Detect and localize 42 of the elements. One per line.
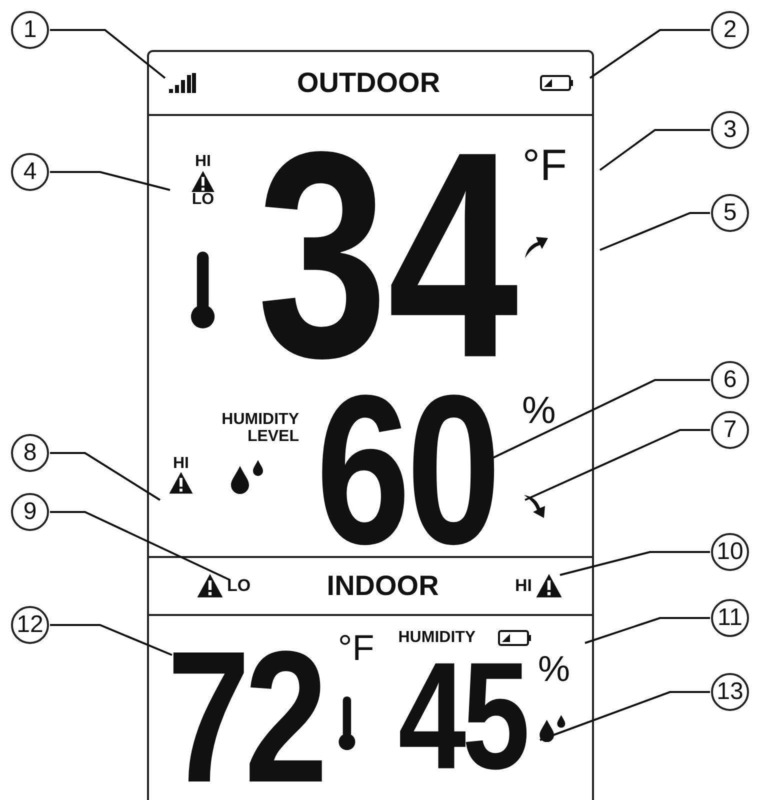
droplets-icon xyxy=(538,714,567,742)
humidity-label: HUMIDITY xyxy=(398,630,476,647)
indoor-humidity: 45 xyxy=(398,656,528,776)
thermometer-icon xyxy=(338,696,356,752)
outdoor-temperature: 34 xyxy=(257,140,520,370)
callout-number: 12 xyxy=(11,606,49,644)
callout-number: 2 xyxy=(711,11,749,49)
callout-number: 11 xyxy=(711,599,749,637)
alert-label: HI xyxy=(195,154,211,171)
alert-label: LO xyxy=(227,577,251,595)
callout-number: 3 xyxy=(711,111,749,149)
humidity-unit: % xyxy=(538,650,570,687)
callout-number: 13 xyxy=(711,673,749,711)
warning-icon xyxy=(197,574,223,598)
humidity-unit: % xyxy=(522,392,556,430)
callout-number: 7 xyxy=(711,411,749,449)
callout-number: 10 xyxy=(711,533,749,571)
indoor-temperature: 72 xyxy=(167,644,323,790)
callout-number: 4 xyxy=(11,153,49,191)
alert-label: LO xyxy=(192,192,214,210)
outdoor-humidity: 60 xyxy=(316,388,498,554)
callout-number: 1 xyxy=(11,11,49,49)
battery-icon xyxy=(498,630,532,646)
warning-icon xyxy=(191,170,215,192)
droplets-icon xyxy=(229,460,265,494)
warning-icon xyxy=(536,574,562,598)
callout-number: 9 xyxy=(11,493,49,531)
callout-number: 8 xyxy=(11,434,49,472)
signal-icon xyxy=(169,73,197,93)
callout-number: 5 xyxy=(711,194,749,232)
indoor-title: INDOOR xyxy=(326,570,439,602)
warning-icon xyxy=(169,472,193,494)
callout-number: 6 xyxy=(711,361,749,399)
humidity-label: LEVEL xyxy=(247,428,299,446)
battery-icon xyxy=(540,75,574,91)
alert-label: HI xyxy=(514,577,532,595)
humidity-label: HUMIDITY xyxy=(222,412,299,429)
alert-label: HI xyxy=(173,456,189,472)
thermometer-icon xyxy=(190,251,216,332)
temperature-unit: °F xyxy=(522,144,567,188)
outdoor-title: OUTDOOR xyxy=(296,67,440,99)
temperature-unit: °F xyxy=(338,630,374,666)
